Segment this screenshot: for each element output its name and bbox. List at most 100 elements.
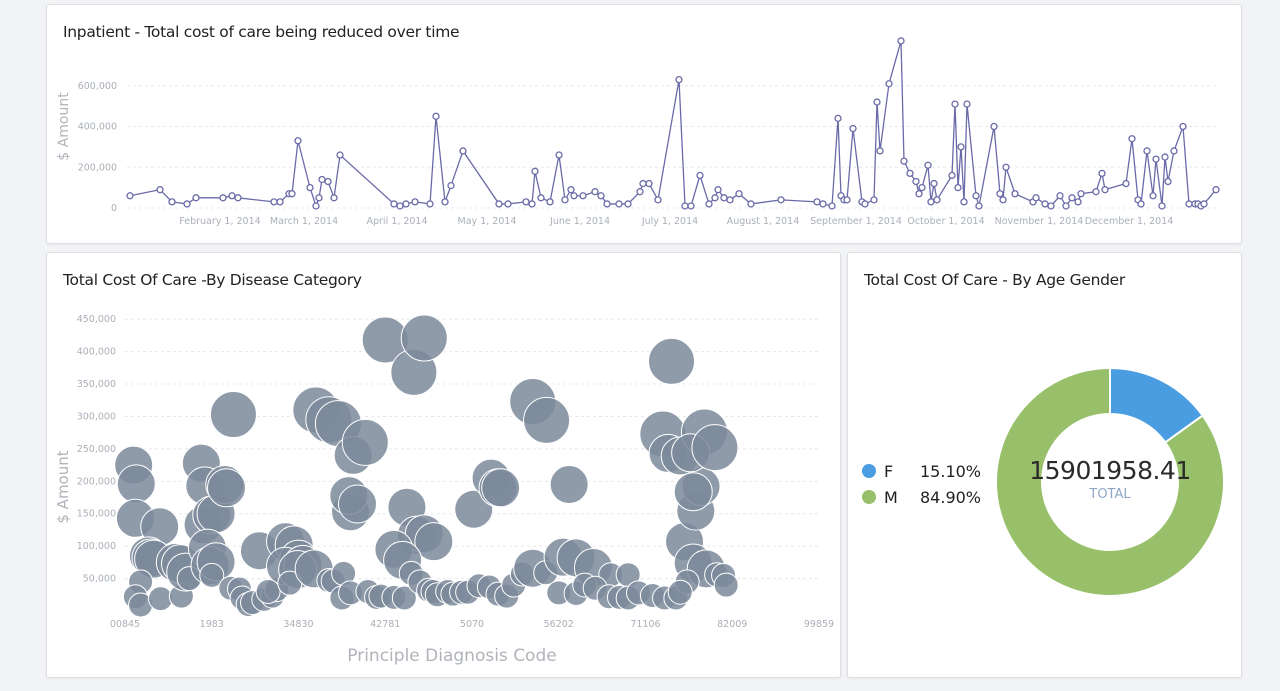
x-tick-label: 42781 — [370, 619, 400, 630]
x-tick-label: February 1, 2014 — [179, 216, 260, 227]
x-tick-label: July 1, 2014 — [641, 216, 698, 227]
data-point — [561, 196, 569, 204]
data-point — [645, 179, 653, 188]
data-point — [639, 179, 647, 188]
data-point — [705, 200, 713, 208]
data-point — [1179, 122, 1187, 131]
data-point — [813, 198, 821, 206]
data-point — [711, 194, 719, 202]
data-point — [192, 194, 200, 202]
data-point — [1062, 202, 1070, 210]
data-point — [1128, 135, 1136, 143]
data-point — [234, 194, 242, 202]
data-point — [843, 196, 851, 204]
data-point — [288, 190, 296, 198]
data-point — [1161, 153, 1169, 161]
data-point — [390, 200, 398, 208]
disease-category-panel: Total Cost Of Care -By Disease Category … — [46, 252, 841, 678]
x-axis-title: Principle Diagnosis Code — [347, 646, 556, 666]
data-point — [396, 202, 404, 210]
data-point — [1200, 200, 1208, 208]
data-point — [999, 196, 1007, 204]
data-point — [126, 192, 134, 200]
x-tick-label: 5070 — [460, 619, 484, 630]
diagnosis-bubble — [116, 464, 156, 504]
x-tick-label: 34830 — [283, 619, 313, 630]
y-tick-label: 350,000 — [77, 379, 116, 390]
timeline-panel: Inpatient - Total cost of care being red… — [46, 4, 1242, 244]
data-point — [495, 200, 503, 208]
data-point — [990, 122, 998, 131]
disease-bubble-chart: 50,000 100,000 150,000 200,000 250,000 300,00… — [54, 314, 834, 666]
data-point — [948, 171, 956, 180]
data-point — [1056, 192, 1064, 200]
data-point — [504, 200, 512, 208]
data-point — [336, 151, 344, 159]
y-axis-title: $ Amount — [54, 450, 72, 523]
data-point — [930, 179, 938, 188]
y-tick-label: 450,000 — [77, 314, 116, 325]
data-point — [1212, 186, 1220, 194]
data-point — [951, 100, 959, 108]
data-point — [1137, 200, 1145, 208]
data-point — [555, 151, 563, 159]
diagnosis-bubble — [341, 418, 389, 466]
data-point — [312, 202, 320, 210]
data-point — [933, 196, 941, 204]
data-point — [168, 198, 176, 206]
data-point — [459, 147, 467, 155]
data-point — [318, 175, 326, 184]
data-point — [1074, 198, 1082, 206]
data-point — [828, 202, 836, 210]
diagnosis-bubble — [648, 337, 696, 385]
data-point — [1098, 169, 1106, 178]
data-point — [603, 200, 611, 208]
data-point — [411, 198, 419, 206]
data-point — [900, 157, 908, 165]
data-point — [1170, 147, 1178, 155]
age-gender-panel: Total Cost Of Care - By Age Gender F 15.… — [847, 252, 1242, 678]
diagnosis-bubble — [206, 468, 246, 508]
data-point — [834, 114, 842, 122]
data-point — [294, 137, 302, 145]
data-point — [918, 183, 926, 192]
data-point — [1002, 163, 1010, 171]
diagnosis-bubble — [523, 396, 571, 444]
data-point — [924, 161, 932, 169]
x-tick-label: March 1, 2014 — [270, 216, 338, 227]
data-point — [579, 192, 587, 200]
data-point — [1047, 202, 1055, 210]
x-tick-label: June 1, 2014 — [549, 216, 610, 227]
data-point — [624, 200, 632, 208]
data-point — [849, 124, 857, 133]
data-point — [681, 202, 689, 210]
data-point — [735, 190, 743, 198]
data-point — [954, 183, 962, 192]
data-point — [591, 188, 599, 196]
diagnosis-bubble — [148, 586, 174, 612]
timeline-line-chart: 0 200,000 400,000 600,000 February 1, 2014 Ma… — [56, 37, 1220, 227]
data-point — [432, 112, 440, 120]
data-point — [957, 143, 965, 151]
diagnosis-bubble — [713, 572, 739, 598]
data-point — [546, 198, 554, 206]
data-point — [156, 186, 164, 194]
data-point — [654, 196, 662, 204]
x-tick-label: October 1, 2014 — [907, 216, 984, 227]
y-tick-label: 100,000 — [77, 541, 116, 552]
data-point — [777, 196, 785, 204]
data-point — [1101, 186, 1109, 194]
data-point — [714, 186, 722, 194]
diagnosis-bubble — [673, 472, 713, 512]
diagnosis-bubble — [400, 314, 448, 362]
y-tick-label: 50,000 — [83, 574, 116, 585]
data-point — [537, 194, 545, 202]
y-tick-label: 300,000 — [77, 411, 116, 422]
x-tick-label: May 1, 2014 — [458, 216, 517, 227]
data-point — [870, 196, 878, 204]
data-point — [636, 188, 644, 196]
x-tick-label: 71106 — [630, 619, 660, 630]
diagnosis-bubble — [337, 484, 377, 524]
y-tick-label: 250,000 — [77, 444, 116, 455]
diagnosis-bubble — [209, 391, 257, 439]
